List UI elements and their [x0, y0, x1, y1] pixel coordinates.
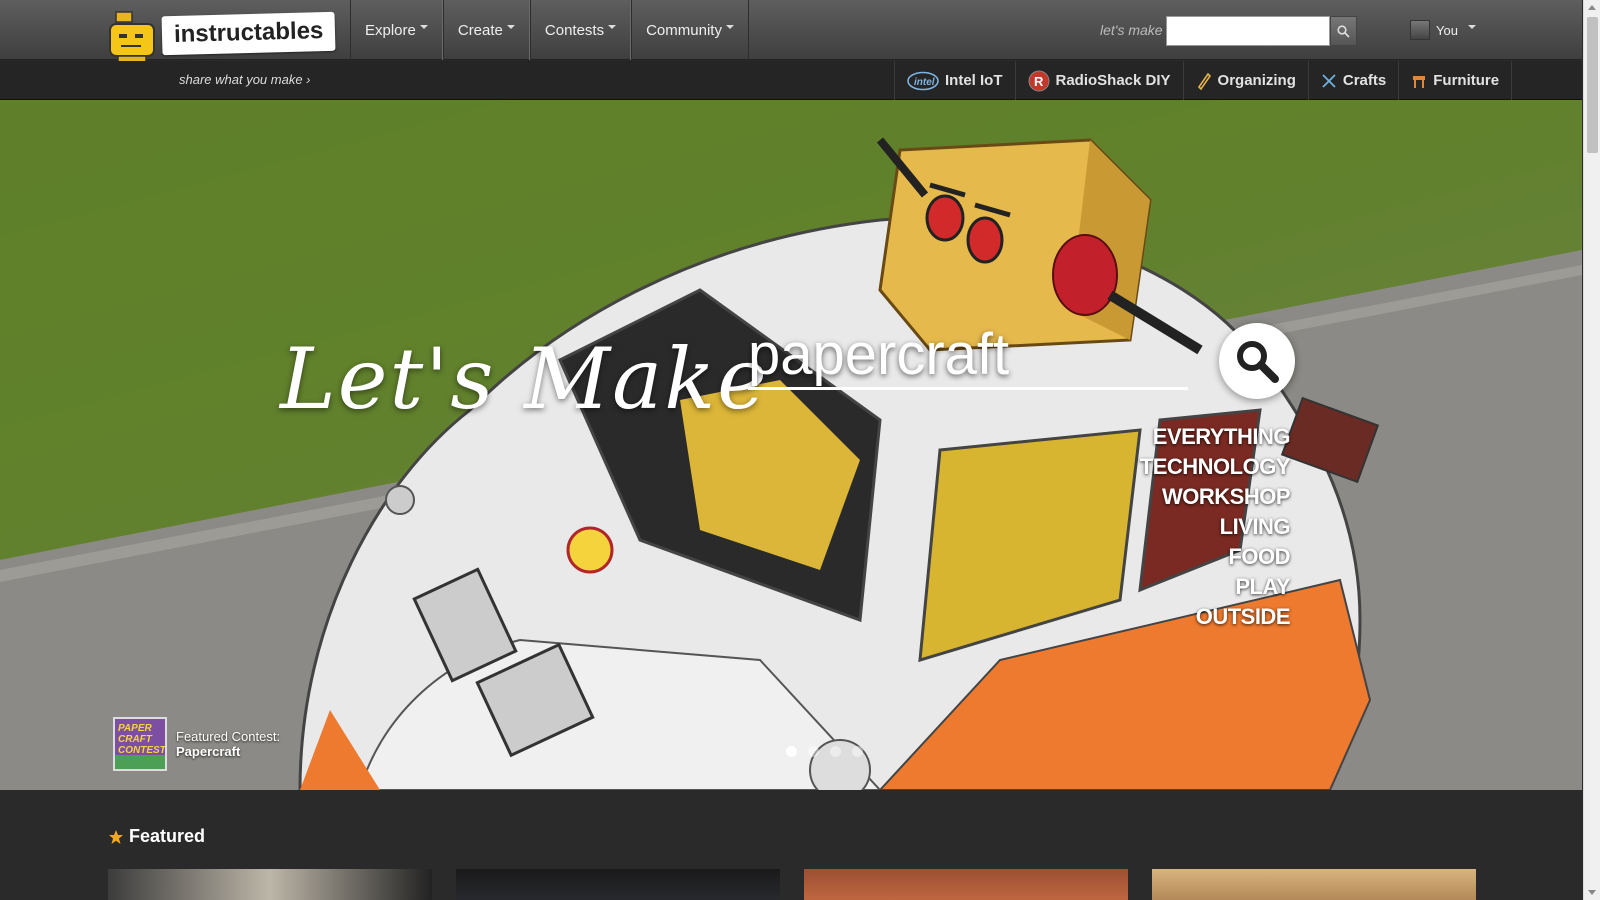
intel-icon: intel	[907, 71, 939, 90]
svg-text:intel: intel	[914, 77, 935, 88]
contest-name: Papercraft	[176, 744, 241, 759]
category-play[interactable]: PLAY	[1100, 572, 1290, 602]
category-living[interactable]: LIVING	[1100, 512, 1291, 542]
featured-item-thumbnail[interactable]	[1152, 869, 1476, 900]
contest-caption: Featured Contest:	[176, 729, 281, 744]
svg-text:R: R	[1034, 74, 1044, 89]
top-navbar: instructables Explore Create Contests Co…	[0, 0, 1582, 81]
user-menu[interactable]: You	[1410, 20, 1476, 40]
featured-heading: Featured	[108, 826, 205, 847]
star-icon	[109, 829, 123, 844]
scroll-down-arrow-icon[interactable]	[1588, 890, 1596, 895]
hero-search-input[interactable]	[748, 322, 1188, 390]
hero-search-button[interactable]	[1219, 323, 1295, 399]
nav-community-label: Community	[646, 21, 722, 39]
chevron-down-icon	[1467, 25, 1476, 29]
slide-dot-1[interactable]	[786, 746, 797, 757]
channel-furniture[interactable]: Furniture	[1398, 61, 1513, 100]
search-icon	[1237, 341, 1279, 383]
slide-dot-2[interactable]	[808, 746, 819, 757]
user-menu-label: You	[1436, 22, 1458, 38]
category-food[interactable]: FOOD	[1100, 542, 1290, 572]
featured-contest-link[interactable]: PAPER CRAFT CONTEST Featured Contest: Pa…	[113, 717, 280, 771]
hero-banner: Let's Make EVERYTHING TECHNOLOGY WORKSHO…	[0, 100, 1582, 790]
header-search-label: let's make	[1100, 22, 1163, 38]
nav-contests[interactable]: Contests	[529, 0, 632, 60]
slide-indicators	[786, 746, 863, 757]
channel-organizing[interactable]: Organizing	[1182, 61, 1308, 100]
category-technology[interactable]: TECHNOLOGY	[1100, 452, 1291, 482]
category-workshop[interactable]: WORKSHOP	[1100, 482, 1291, 512]
nav-create-label: Create	[457, 21, 503, 39]
contest-text: Featured Contest: Papercraft	[176, 729, 280, 759]
nav-explore[interactable]: Explore	[350, 0, 443, 60]
tagline-link[interactable]: share what you make ›	[179, 72, 311, 87]
channel-label: RadioShack DIY	[1055, 72, 1171, 89]
hero-headline: Let's Make	[280, 330, 769, 428]
channel-bar: share what you make › intel Intel IoT R …	[0, 61, 1582, 100]
channel-intel-iot[interactable]: intel Intel IoT	[894, 61, 1015, 100]
category-list: EVERYTHING TECHNOLOGY WORKSHOP LIVING FO…	[1100, 422, 1291, 632]
featured-title: Featured	[129, 826, 206, 846]
nav-contests-label: Contests	[544, 21, 605, 39]
chevron-down-icon	[506, 25, 515, 29]
featured-list	[108, 869, 1476, 900]
radioshack-icon: R	[1028, 70, 1049, 91]
chair-icon	[1413, 75, 1426, 88]
slide-dot-3[interactable]	[830, 746, 841, 757]
slide-dot-4[interactable]	[852, 746, 863, 757]
channel-label: Intel IoT	[945, 72, 1003, 89]
scroll-up-arrow-icon[interactable]	[1588, 5, 1596, 10]
header-search-input[interactable]	[1166, 16, 1330, 46]
scissors-icon	[1322, 73, 1336, 88]
channel-label: Furniture	[1433, 72, 1500, 89]
page: instructables Explore Create Contests Co…	[0, 0, 1600, 900]
chevron-down-icon	[725, 25, 734, 29]
featured-channels: intel Intel IoT R RadioShack DIY Organiz…	[894, 61, 1513, 100]
main-nav: Explore Create Contests Community	[350, 0, 749, 60]
featured-item-thumbnail[interactable]	[804, 869, 1128, 900]
chevron-down-icon	[608, 25, 617, 29]
contest-thumbnail: PAPER CRAFT CONTEST	[113, 717, 167, 771]
category-everything[interactable]: EVERYTHING	[1100, 422, 1291, 452]
hero-background-image	[0, 100, 1582, 790]
channel-label: Crafts	[1342, 72, 1387, 89]
logo-wordmark: instructables	[161, 11, 336, 56]
channel-label: Organizing	[1217, 72, 1296, 89]
channel-radioshack-diy[interactable]: R RadioShack DIY	[1014, 61, 1183, 100]
pencil-icon	[1197, 72, 1211, 90]
nav-explore-label: Explore	[365, 21, 416, 39]
chevron-down-icon	[419, 25, 428, 29]
scrollbar-thumb[interactable]	[1587, 17, 1598, 153]
channel-crafts[interactable]: Crafts	[1307, 61, 1398, 100]
avatar	[1410, 20, 1430, 40]
featured-item-thumbnail[interactable]	[456, 869, 780, 900]
featured-item-thumbnail[interactable]	[108, 869, 432, 900]
nav-community[interactable]: Community	[631, 0, 749, 60]
category-outside[interactable]: OUTSIDE	[1100, 602, 1291, 632]
contest-thumb-text: PAPER CRAFT CONTEST	[118, 723, 166, 756]
nav-create[interactable]: Create	[442, 0, 530, 60]
page-scrollbar[interactable]	[1583, 0, 1600, 900]
header-search-button[interactable]	[1330, 16, 1357, 46]
search-icon	[1337, 24, 1350, 38]
